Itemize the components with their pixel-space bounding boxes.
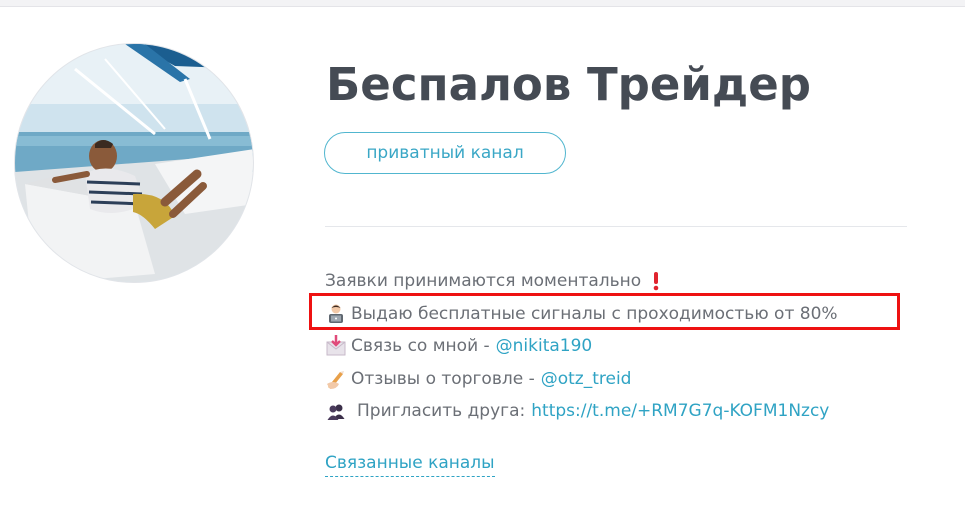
envelope-icon — [325, 335, 347, 357]
description-line-reviews: Отзывы о торговле - @otz_treid — [325, 363, 925, 396]
related-channels-link[interactable]: Связанные каналы — [325, 453, 495, 477]
divider — [325, 226, 907, 227]
channel-page: Беспалов Трейдер приватный канал Заявки … — [0, 7, 965, 509]
exclamation-icon — [645, 270, 667, 292]
invite-link[interactable]: https://t.me/+RM7G7q-KOFM1Nzcy — [531, 395, 829, 428]
highlight-box — [309, 293, 900, 330]
private-channel-badge: приватный канал — [324, 132, 566, 174]
channel-avatar — [14, 43, 254, 283]
people-icon — [325, 400, 347, 422]
reviews-link[interactable]: @otz_treid — [541, 363, 632, 396]
description-text: Связь со мной - — [351, 336, 490, 356]
description-text: Пригласить друга: — [357, 401, 526, 421]
description-line-invite: Пригласить друга: https://t.me/+RM7G7q-K… — [325, 395, 925, 428]
writing-hand-icon — [325, 368, 347, 390]
channel-description: Заявки принимаются моментально Выдаю бес… — [325, 265, 925, 428]
description-line-contact: Связь со мной - @nikita190 — [325, 330, 925, 363]
channel-title: Беспалов Трейдер — [326, 58, 812, 111]
top-bar — [0, 0, 965, 7]
contact-link[interactable]: @nikita190 — [496, 330, 593, 363]
description-text: Отзывы о торговле - — [351, 368, 535, 389]
